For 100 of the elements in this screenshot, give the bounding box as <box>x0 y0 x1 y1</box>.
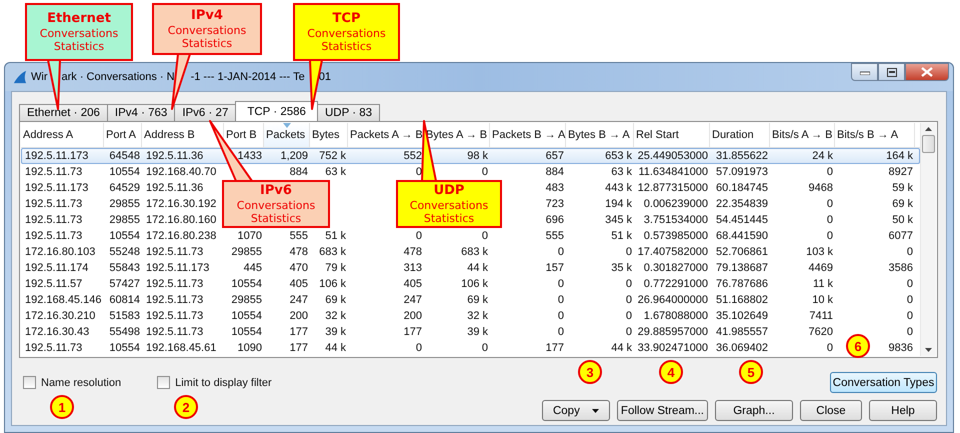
table-cell: 63 k <box>325 166 346 178</box>
column-header[interactable]: Bytes B → A <box>566 123 634 147</box>
table-cell: 172.16.30.210 <box>25 310 96 322</box>
table-cell: 103 k <box>806 246 833 258</box>
callout-title: IPv6 <box>260 183 292 199</box>
scrollbar[interactable] <box>920 123 936 356</box>
tab[interactable]: IPv6 · 27 <box>174 104 236 121</box>
table-cell: 0 <box>558 278 564 290</box>
table-cell: 192.5.11.73 <box>25 230 82 242</box>
tab[interactable]: UDP · 83 <box>316 104 380 121</box>
conversation-types-button[interactable]: Conversation Types <box>830 372 937 393</box>
table-cell: 36.069402 <box>716 342 768 354</box>
dialog-button[interactable]: Close <box>800 400 862 421</box>
close-window-button[interactable] <box>905 63 949 81</box>
table-cell: 55843 <box>109 262 140 274</box>
table-cell: 4469 <box>808 262 833 274</box>
table-cell: 64548 <box>109 150 140 162</box>
dialog-button[interactable]: Copy <box>542 400 610 421</box>
table-cell: 0 <box>416 342 422 354</box>
table-cell: 29855 <box>231 294 262 306</box>
table-cell: 157 <box>546 262 564 274</box>
column-header[interactable]: Bits/s A → B <box>770 123 835 147</box>
table-cell: 7411 <box>809 310 833 322</box>
table-cell: 3.751534000 <box>644 214 708 226</box>
callout-title: TCP <box>332 11 360 27</box>
table-cell: 653 k <box>605 150 632 162</box>
table-cell: 26.964000000 <box>638 294 708 306</box>
table-cell: 192.5.11.73 <box>25 342 82 354</box>
table-cell: 54.451445 <box>716 214 768 226</box>
table-cell: 0 <box>416 230 422 242</box>
table-cell: 64529 <box>109 182 140 194</box>
dialog-button[interactable]: Help <box>869 400 937 421</box>
table-cell: 22.354839 <box>716 198 768 210</box>
table-cell: 192.5.11.73 <box>25 166 82 178</box>
table-cell: 0 <box>626 246 632 258</box>
table-cell: 172.16.30.192 <box>146 198 216 210</box>
table-cell: 1.678088000 <box>644 310 708 322</box>
table-cell: 177 <box>404 326 422 338</box>
checkbox[interactable] <box>23 376 36 389</box>
checkbox[interactable] <box>157 376 170 389</box>
table-cell: 0 <box>906 246 913 258</box>
scrollbar-thumb[interactable] <box>922 135 935 153</box>
table-cell: 192.5.11.73 <box>25 214 82 226</box>
minimize-button[interactable] <box>851 63 878 81</box>
shark-fin-icon <box>13 70 27 84</box>
table-cell: 0 <box>906 310 913 322</box>
column-header[interactable]: Packets <box>264 123 310 147</box>
table-cell: 29855 <box>109 198 140 210</box>
table-cell: 657 <box>546 150 564 162</box>
table-cell: 884 <box>290 166 308 178</box>
table-cell: 552 <box>404 150 422 162</box>
table-cell: 164 k <box>886 150 913 162</box>
table-cell: 192.5.11.174 <box>25 262 88 274</box>
column-header[interactable]: Bits/s B → A <box>835 123 915 147</box>
column-header[interactable]: Bytes <box>310 123 348 147</box>
tab[interactable]: TCP · 2586 <box>235 101 318 121</box>
scroll-down-icon <box>925 348 932 352</box>
column-header[interactable]: Duration <box>710 123 770 147</box>
table-cell: 31.855622 <box>716 150 768 162</box>
table-cell: 69 k <box>892 198 913 210</box>
callout-title: IPv4 <box>191 8 223 24</box>
column-header[interactable]: Port A <box>104 123 142 147</box>
table-cell: 192.5.11.73 <box>146 294 204 306</box>
selected-row[interactable]: 192.5.11.173 64548 192.5.11.36 1433 1,209 752 k 552 98 k 657 653 k 25.449053000 31.855622 24 k 164 k <box>21 148 920 164</box>
table-cell: 555 <box>290 230 308 242</box>
callout-text: Conversations Statistics <box>306 26 387 53</box>
table-cell: 50 k <box>892 214 913 226</box>
table-cell: 52.706861 <box>716 246 768 258</box>
column-header[interactable]: Packets B → A <box>490 123 566 147</box>
column-header[interactable]: Rel Start <box>634 123 710 147</box>
table-cell: 57.091973 <box>716 166 768 178</box>
callout-text: Conversations Statistics <box>166 24 248 50</box>
table-cell: 41.985557 <box>716 326 768 338</box>
caret-icon <box>592 408 599 412</box>
maximize-button[interactable] <box>878 63 905 81</box>
table-cell: 192.5.11.73 <box>146 278 204 290</box>
column-header[interactable]: Address A <box>21 123 104 147</box>
table-cell: 192.168.45.61 <box>146 342 216 354</box>
table-cell: 555 <box>546 230 564 242</box>
table-cell: 35 k <box>611 262 632 274</box>
tab[interactable]: Ethernet · 206 <box>19 104 108 121</box>
table-cell: 44 k <box>611 342 632 354</box>
table-cell: 192.5.11.73 <box>146 310 204 322</box>
table-cell: 405 <box>290 278 308 290</box>
table-cell: 192.5.11.173 <box>25 150 88 162</box>
table-cell: 6077 <box>888 230 913 242</box>
table-cell: 470 <box>290 262 308 274</box>
dialog-button[interactable]: Graph... <box>715 400 793 421</box>
table-cell: 39 k <box>325 326 346 338</box>
table-cell: 9836 <box>888 342 913 354</box>
table-cell: 0.772291000 <box>644 278 708 290</box>
minimize-icon <box>860 69 870 75</box>
table-cell: 3586 <box>888 262 913 274</box>
table-cell: 0 <box>826 198 833 210</box>
table-cell: 0 <box>826 214 833 226</box>
table-cell: 69 k <box>467 294 488 306</box>
dialog-button[interactable]: Follow Stream... <box>616 400 708 421</box>
table-cell: 683 k <box>319 246 346 258</box>
table-cell: 192.5.11.36 <box>146 182 204 194</box>
tab[interactable]: IPv4 · 763 <box>106 104 176 121</box>
